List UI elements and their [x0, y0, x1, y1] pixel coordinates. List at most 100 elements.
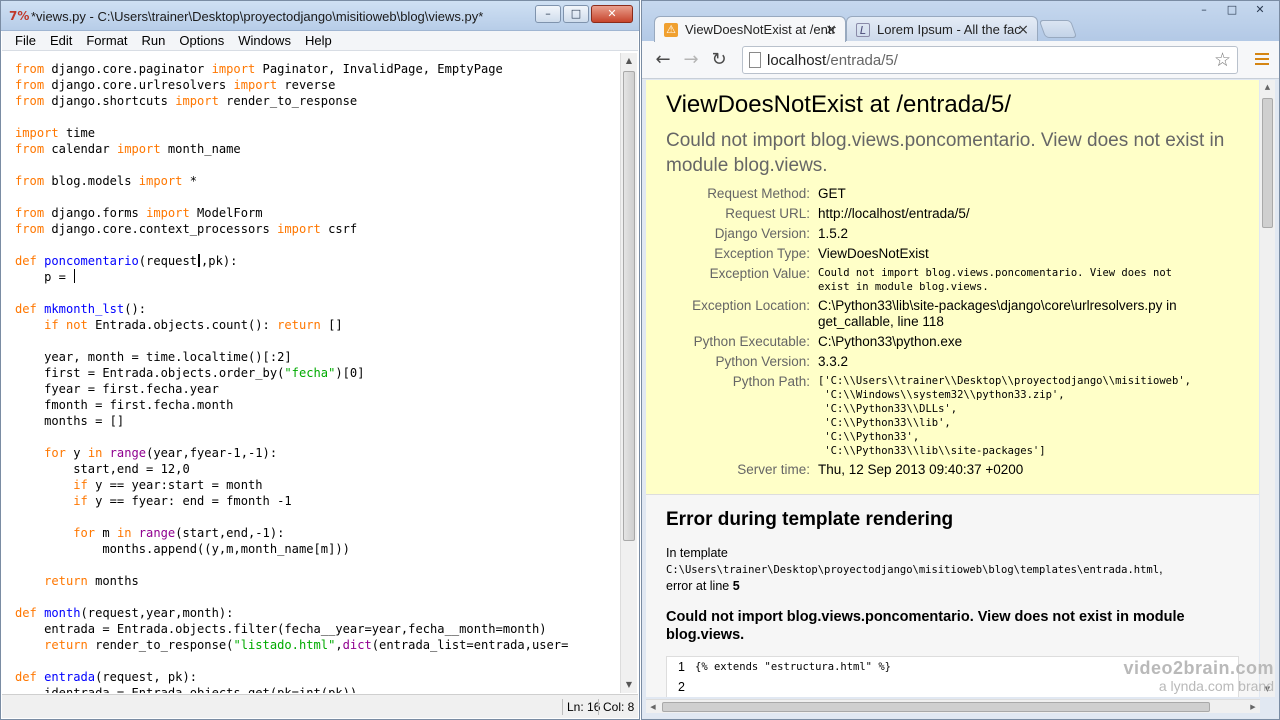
address-bar[interactable]: localhost/entrada/5/ ☆	[742, 46, 1238, 74]
page-icon	[749, 52, 761, 68]
document-favicon-icon: L	[856, 23, 870, 37]
text-cursor-icon	[198, 254, 201, 267]
minimize-icon[interactable]: –	[535, 5, 561, 23]
error-title: ViewDoesNotExist at /entrada/5/	[666, 91, 1012, 118]
page-horizontal-scrollbar[interactable]: ◀ ▶	[646, 699, 1260, 713]
error-line-number: 5	[732, 579, 740, 593]
menu-help[interactable]: Help	[298, 31, 339, 51]
browser-window-controls: – □ ✕	[1191, 1, 1273, 19]
menu-format[interactable]: Format	[79, 31, 134, 51]
scrollbar-thumb[interactable]	[662, 702, 1210, 712]
url-host: localhost	[767, 52, 827, 69]
maximize-icon[interactable]: □	[1219, 1, 1245, 19]
url-text[interactable]: localhost/entrada/5/	[767, 52, 898, 69]
tab-lorem-ipsum[interactable]: L Lorem Ipsum - All the fac ×	[846, 16, 1038, 42]
request-meta-table: Request Method: GET Request URL: http://loc…	[666, 184, 1239, 480]
watermark-brand: video2brain.com	[1123, 658, 1274, 678]
scroll-up-icon[interactable]: ▲	[1260, 80, 1275, 95]
scrollbar-thumb[interactable]	[623, 71, 635, 541]
meta-value: ['C:\\Users\\trainer\\Desktop\\proyectod…	[818, 375, 1191, 457]
minimize-icon[interactable]: –	[1191, 1, 1217, 19]
scrollbar-thumb[interactable]	[1262, 98, 1273, 228]
bookmark-star-icon[interactable]: ☆	[1214, 49, 1231, 71]
idle-window-controls: – □ ✕	[535, 5, 633, 23]
scroll-left-icon[interactable]: ◀	[646, 700, 660, 714]
line-number-status: Ln: 16	[562, 699, 600, 715]
tab-title: ViewDoesNotExist at /entr	[685, 22, 836, 37]
new-tab-button[interactable]	[1038, 20, 1078, 38]
scroll-up-icon[interactable]: ▲	[621, 53, 637, 69]
idle-editor-window: 7% *views.py - C:\Users\trainer\Desktop\…	[0, 0, 640, 720]
source-line-code	[689, 677, 695, 697]
error-favicon-icon: ⚠	[664, 23, 678, 37]
menu-edit[interactable]: Edit	[43, 31, 79, 51]
meta-value: ViewDoesNotExist	[818, 246, 929, 261]
tab-strip: ⚠ ViewDoesNotExist at /entr × L Lorem Ip…	[642, 1, 1279, 42]
meta-value: C:\Python33\lib\site-packages\django\cor…	[818, 298, 1177, 329]
error-subtitle: Could not import blog.views.poncomentari…	[666, 130, 1225, 176]
meta-value: Thu, 12 Sep 2013 09:40:37 +0200	[818, 462, 1024, 477]
close-icon[interactable]: ✕	[1247, 1, 1273, 19]
meta-value: 3.3.2	[818, 354, 849, 369]
error-summary: ViewDoesNotExist at /entrada/5/ Could no…	[646, 80, 1259, 495]
menu-run[interactable]: Run	[135, 31, 173, 51]
meta-row: Server time: Thu, 12 Sep 2013 09:40:37 +0…	[666, 460, 1239, 480]
idle-title-bar[interactable]: 7% *views.py - C:\Users\trainer\Desktop\…	[1, 1, 639, 31]
source-line-number: 2	[678, 680, 685, 694]
idle-window-title: *views.py - C:\Users\trainer\Desktop\pro…	[31, 9, 484, 24]
meta-row: Python Path: ['C:\\Users\\trainer\\Deskto…	[666, 372, 1239, 460]
template-error-line: error at line 5	[666, 578, 1239, 594]
meta-row: Exception Value: Could not import blog.vi…	[666, 264, 1239, 296]
code-editor[interactable]: from django.core.paginator import Pagina…	[5, 53, 617, 693]
menu-windows[interactable]: Windows	[231, 31, 298, 51]
meta-row: Exception Location: C:\Python33\lib\site-…	[666, 296, 1239, 332]
meta-value: GET	[818, 186, 846, 201]
menu-options[interactable]: Options	[172, 31, 231, 51]
close-icon[interactable]: ✕	[591, 5, 633, 23]
meta-label: Request Method:	[707, 186, 810, 201]
editor-vertical-scrollbar[interactable]: ▲ ▼	[620, 53, 637, 693]
tab-viewdoesnotexist[interactable]: ⚠ ViewDoesNotExist at /entr ×	[654, 16, 846, 42]
code-text[interactable]: from django.core.paginator import Pagina…	[5, 53, 617, 693]
watermark: video2brain.com a lynda.com brand	[1123, 658, 1274, 694]
url-path: /entrada/5/	[826, 52, 898, 69]
template-path-comma: ,	[1159, 562, 1163, 576]
meta-row: Request Method: GET	[666, 184, 1239, 204]
idle-status-bar: Ln: 16 Col: 8	[2, 694, 638, 718]
template-path-line: C:\Users\trainer\Desktop\proyectodjango\…	[666, 561, 1239, 578]
column-number-status: Col: 8	[598, 699, 634, 715]
back-arrow-icon[interactable]: ←	[652, 49, 674, 71]
meta-row: Exception Type: ViewDoesNotExist	[666, 244, 1239, 264]
error-at-label: error at line	[666, 579, 733, 593]
menu-file[interactable]: File	[8, 31, 43, 51]
scroll-right-icon[interactable]: ▶	[1246, 700, 1260, 714]
watermark-tagline: a lynda.com brand	[1158, 678, 1274, 694]
hamburger-menu-icon[interactable]	[1255, 53, 1269, 65]
meta-label: Server time:	[737, 462, 810, 477]
page-vertical-scrollbar[interactable]: ▲ ▼	[1260, 80, 1275, 697]
browser-window: ⚠ ViewDoesNotExist at /entr × L Lorem Ip…	[641, 0, 1280, 720]
meta-label: Exception Value:	[709, 266, 810, 281]
meta-value: 1.5.2	[818, 226, 849, 241]
page-viewport: ViewDoesNotExist at /entrada/5/ Could no…	[646, 80, 1259, 697]
meta-value: Could not import blog.views.poncomentari…	[818, 267, 1173, 293]
meta-row: Python Version: 3.3.2	[666, 352, 1239, 372]
template-path: C:\Users\trainer\Desktop\proyectodjango\…	[666, 564, 1160, 576]
maximize-icon[interactable]: □	[563, 5, 589, 23]
scroll-down-icon[interactable]: ▼	[621, 677, 637, 693]
idle-menubar: File Edit Format Run Options Windows Hel…	[2, 31, 638, 51]
meta-row: Django Version: 1.5.2	[666, 224, 1239, 244]
meta-row: Request URL: http://localhost/entrada/5/	[666, 204, 1239, 224]
meta-value: C:\Python33\python.exe	[818, 334, 963, 349]
template-error-heading: Error during template rendering	[666, 509, 954, 530]
caret-icon	[74, 269, 76, 283]
tab-title: Lorem Ipsum - All the fac	[877, 22, 1021, 37]
forward-arrow-icon[interactable]: →	[680, 49, 702, 71]
tab-close-icon[interactable]: ×	[1017, 17, 1029, 42]
meta-label: Request URL:	[725, 206, 810, 221]
tab-close-icon[interactable]: ×	[825, 17, 837, 42]
meta-value: http://localhost/entrada/5/	[818, 206, 970, 221]
template-error-message: Could not import blog.views.poncomentari…	[666, 609, 1185, 643]
in-template-label: In template	[666, 546, 728, 560]
reload-icon[interactable]: ↻	[708, 49, 730, 71]
